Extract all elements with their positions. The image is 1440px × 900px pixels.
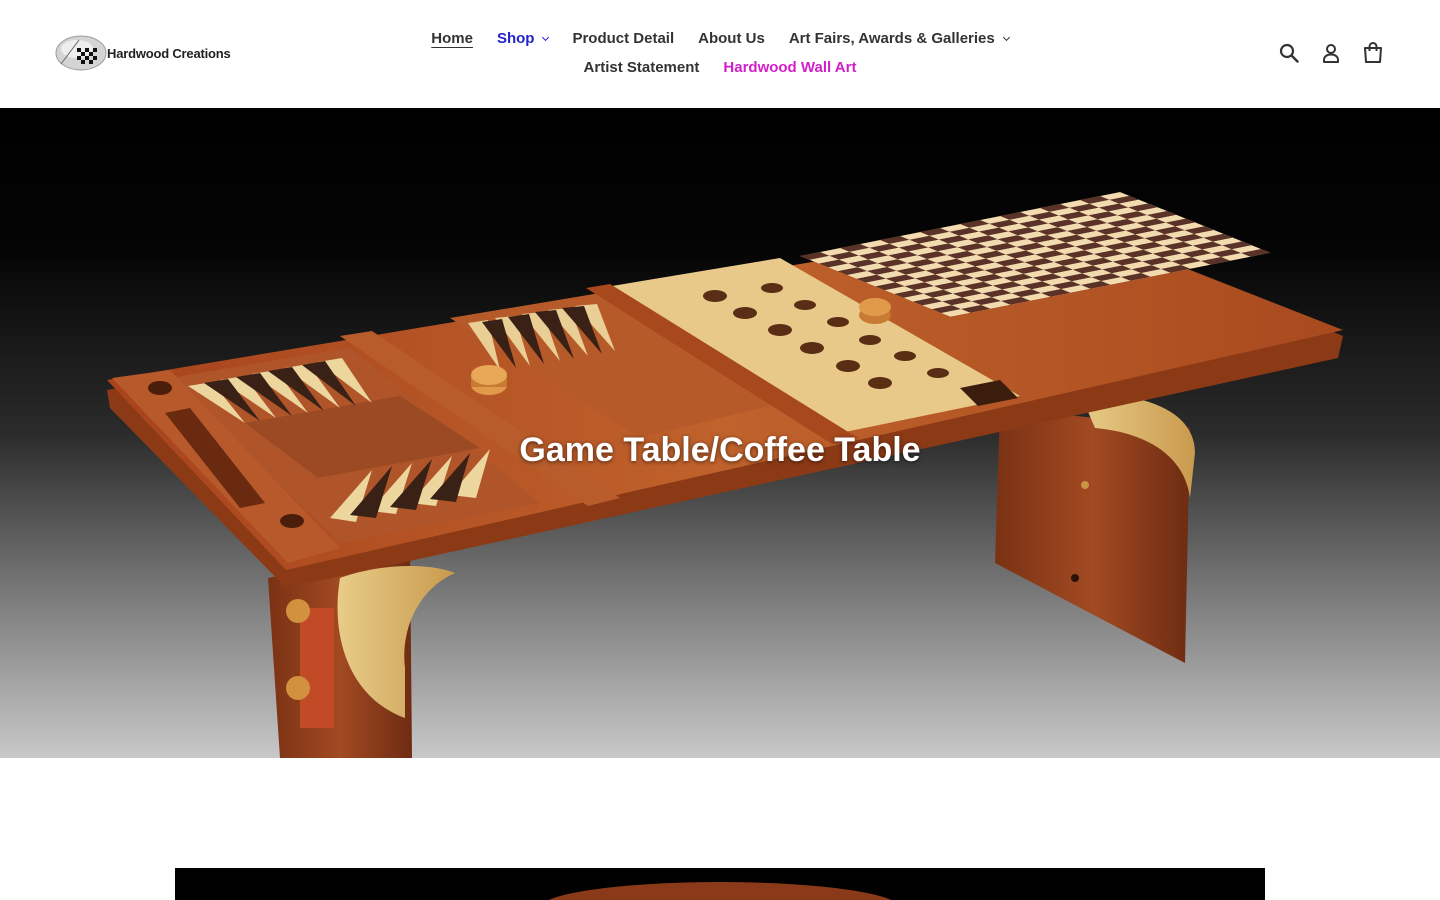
nav-product-detail[interactable]: Product Detail (560, 24, 686, 53)
nav-art-fairs-label: Art Fairs, Awards & Galleries (788, 30, 995, 47)
account-icon[interactable] (1319, 40, 1343, 66)
chevron-down-icon (542, 33, 550, 41)
logo-mark-icon (55, 34, 107, 72)
header-actions (1277, 40, 1385, 66)
nav-row-secondary: Artist Statement Hardwood Wall Art (400, 53, 1040, 82)
nav-product-detail-label: Product Detail (572, 30, 675, 47)
search-icon[interactable] (1277, 40, 1301, 66)
nav-artist-statement[interactable]: Artist Statement (572, 53, 712, 82)
nav-shop-label: Shop (496, 30, 535, 47)
cart-icon[interactable] (1361, 40, 1385, 66)
brand-name: Hardwood Creations (107, 45, 231, 61)
hero-title: Game Table/Coffee Table (519, 430, 921, 469)
nav-row-primary: Home Shop Product Detail About Us Art Fa… (400, 24, 1040, 53)
nav-hardwood-wall-art[interactable]: Hardwood Wall Art (711, 53, 868, 82)
nav-about-us[interactable]: About Us (686, 24, 777, 53)
site-header: Hardwood Creations Home Shop Product Det… (0, 0, 1440, 108)
nav-home[interactable]: Home (419, 24, 485, 53)
nav-home-label: Home (431, 30, 473, 47)
nav-about-us-label: About Us (698, 30, 765, 47)
nav-artist-statement-label: Artist Statement (583, 59, 700, 76)
featured-image[interactable] (175, 868, 1265, 900)
nav-art-fairs[interactable]: Art Fairs, Awards & Galleries (777, 24, 1021, 53)
nav-hardwood-wall-art-label: Hardwood Wall Art (723, 59, 857, 76)
hero-banner[interactable]: Game Table/Coffee Table (0, 108, 1440, 758)
nav-shop[interactable]: Shop (485, 24, 561, 53)
main-nav: Home Shop Product Detail About Us Art Fa… (400, 24, 1040, 82)
brand-logo[interactable]: Hardwood Creations (55, 34, 231, 72)
chevron-down-icon (1002, 33, 1010, 41)
